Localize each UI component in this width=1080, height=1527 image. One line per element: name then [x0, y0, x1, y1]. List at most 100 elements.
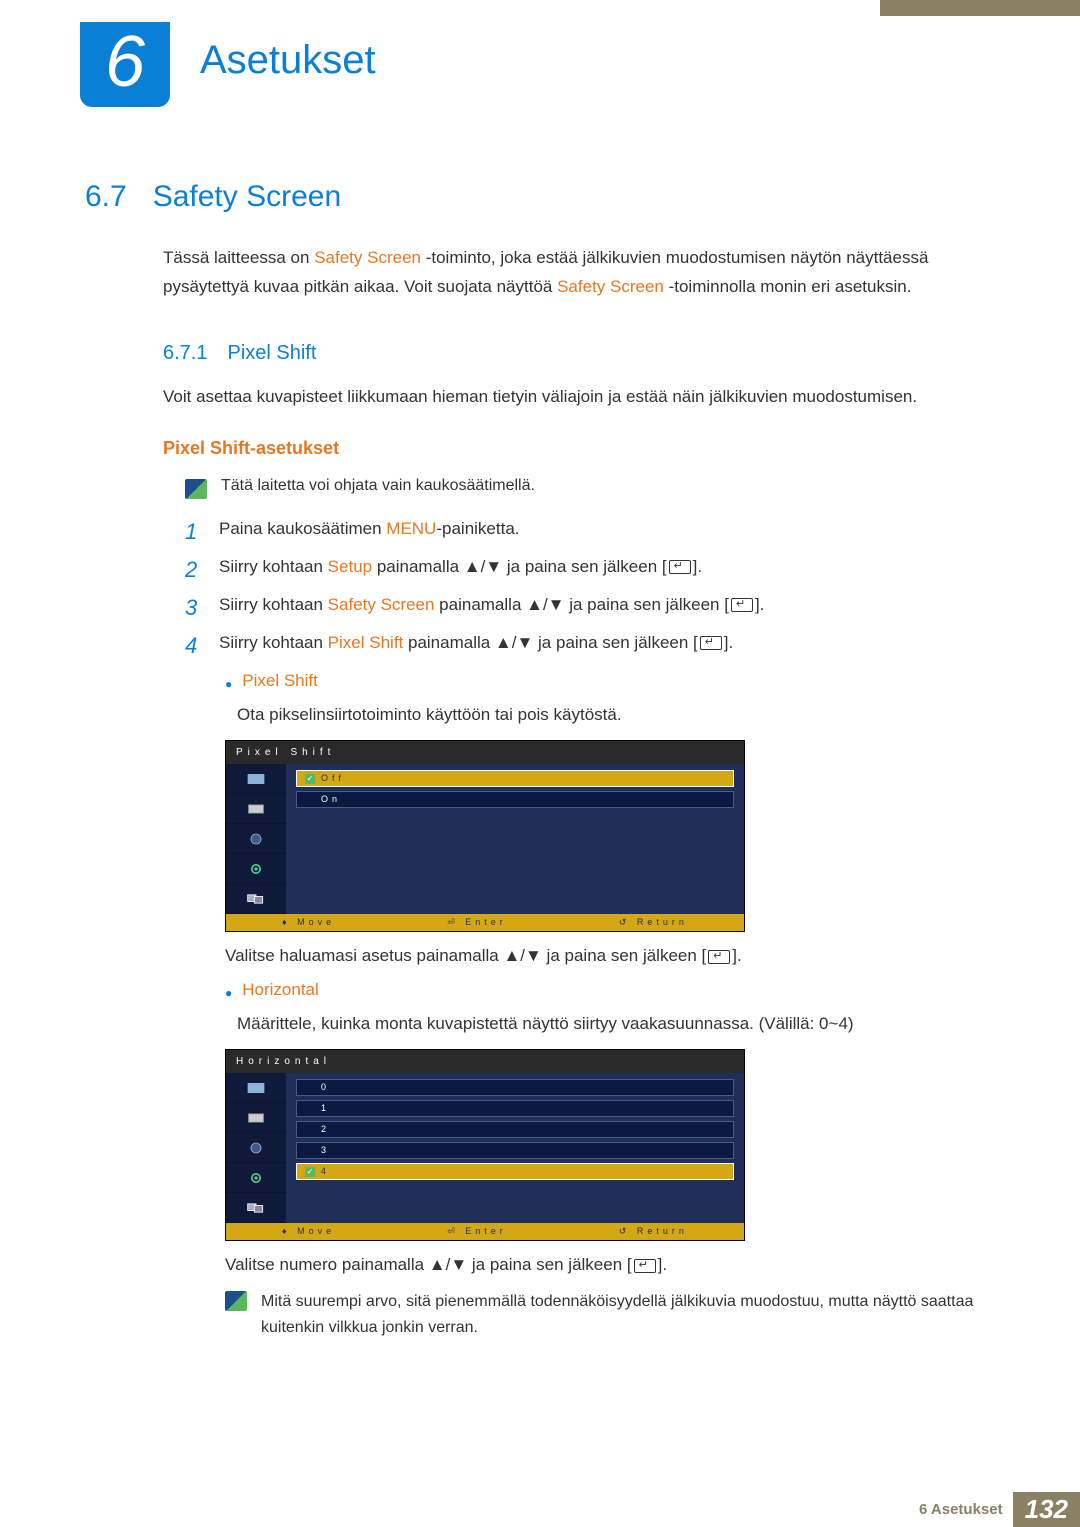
osd-sidebar: [226, 764, 286, 914]
enter-icon: [731, 598, 753, 612]
check-icon: ✓: [305, 1167, 315, 1177]
osd-pixel-shift: Pixel Shift ✓ Off ✓ On ♦ Move ⏎ Enter ↺ Re…: [225, 740, 745, 932]
osd-tab-setup-icon: [226, 1163, 286, 1193]
osd-enter-hint: ⏎ Enter: [447, 1226, 507, 1237]
step2-b: painamalla ▲/▼ ja paina sen jälkeen [: [372, 557, 667, 576]
step1-hl: MENU: [386, 519, 436, 538]
step3-b: painamalla ▲/▼ ja paina sen jälkeen [: [434, 595, 729, 614]
osd1-opt1-label: On: [321, 794, 341, 804]
subsection-desc: Voit asettaa kuvapisteet liikkumaan hiem…: [163, 383, 995, 410]
step-number: 2: [185, 557, 205, 583]
osd2-opt-1: ✓1: [296, 1100, 734, 1117]
osd-tab-input-icon: [226, 794, 286, 824]
bullet-horizontal: ● Horizontal: [225, 980, 995, 1000]
osd2-footer: ♦ Move ⏎ Enter ↺ Return: [226, 1223, 744, 1240]
osd1-title: Pixel Shift: [226, 741, 744, 764]
bullet-pixel-shift: ● Pixel Shift: [225, 671, 995, 691]
osd-horizontal: Horizontal ✓0 ✓1 ✓2 ✓3 ✓4 ♦ Mo: [225, 1049, 745, 1241]
osd-return-hint: ↺ Return: [619, 1226, 688, 1237]
bullet-hz-text: Määrittele, kuinka monta kuvapistettä nä…: [237, 1010, 995, 1037]
osd1-opt0-label: Off: [321, 773, 345, 783]
step3-hl: Safety Screen: [328, 595, 435, 614]
section-number: 6.7: [85, 180, 127, 214]
osd1-opt-off: ✓ Off: [296, 770, 734, 787]
settings-heading: Pixel Shift-asetukset: [163, 438, 995, 459]
step3-c: ].: [755, 595, 764, 614]
subsection-title: Pixel Shift: [227, 342, 316, 365]
osd-tab-sound-icon: [226, 824, 286, 854]
step-number: 4: [185, 633, 205, 659]
osd2-opt-2: ✓2: [296, 1121, 734, 1138]
section-title: Safety Screen: [153, 180, 341, 214]
step4-b: painamalla ▲/▼ ja paina sen jälkeen [: [403, 633, 698, 652]
bullet-dot-icon: ●: [225, 677, 232, 691]
enter-icon: [669, 560, 691, 574]
enter-icon: [634, 1259, 656, 1273]
page-content: 6.7 Safety Screen Tässä laitteessa on Sa…: [85, 180, 995, 1341]
subsection-heading: 6.7.1 Pixel Shift: [85, 342, 995, 365]
post-osd1-a: Valitse haluamasi asetus painamalla ▲/▼ …: [225, 946, 706, 965]
section-intro: Tässä laitteessa on Safety Screen -toimi…: [163, 244, 995, 302]
step1-a: Paina kaukosäätimen: [219, 519, 386, 538]
post-osd1-b: ].: [732, 946, 741, 965]
post-osd1-text: Valitse haluamasi asetus painamalla ▲/▼ …: [225, 946, 995, 966]
osd2-title: Horizontal: [226, 1050, 744, 1073]
bullet-ps-label: Pixel Shift: [242, 671, 318, 691]
osd-enter-hint: ⏎ Enter: [447, 917, 507, 928]
osd-tab-multi-icon: [226, 1193, 286, 1223]
step2-a: Siirry kohtaan: [219, 557, 328, 576]
osd2-opt1-label: 1: [321, 1103, 330, 1113]
note-icon: [225, 1291, 247, 1311]
osd2-opt2-label: 2: [321, 1124, 330, 1134]
step-number: 3: [185, 595, 205, 621]
osd1-options: ✓ Off ✓ On: [286, 764, 744, 914]
step4-c: ].: [724, 633, 733, 652]
page-footer: 6 Asetukset 132: [0, 1491, 1080, 1527]
check-icon: ✓: [305, 774, 315, 784]
osd-return-hint: ↺ Return: [619, 917, 688, 928]
step-4: 4 Siirry kohtaan Pixel Shift painamalla …: [185, 633, 995, 659]
step-3: 3 Siirry kohtaan Safety Screen painamall…: [185, 595, 995, 621]
osd2-opt-0: ✓0: [296, 1079, 734, 1096]
intro-term-1: Safety Screen: [314, 248, 421, 267]
osd-tab-setup-icon: [226, 854, 286, 884]
osd2-opt0-label: 0: [321, 1082, 330, 1092]
intro-text-a: Tässä laitteessa on: [163, 248, 314, 267]
step-1: 1 Paina kaukosäätimen MENU-painiketta.: [185, 519, 995, 545]
section-heading: 6.7 Safety Screen: [85, 180, 995, 214]
osd1-footer: ♦ Move ⏎ Enter ↺ Return: [226, 914, 744, 931]
osd2-opt-3: ✓3: [296, 1142, 734, 1159]
osd-tab-input-icon: [226, 1103, 286, 1133]
chapter-title: Asetukset: [200, 38, 376, 83]
osd-tab-sound-icon: [226, 1133, 286, 1163]
post-osd2-text: Valitse numero painamalla ▲/▼ ja paina s…: [225, 1255, 995, 1275]
footer-page-number: 132: [1013, 1492, 1080, 1527]
osd-tab-picture-icon: [226, 1073, 286, 1103]
osd2-options: ✓0 ✓1 ✓2 ✓3 ✓ 4: [286, 1073, 744, 1223]
bullet-hz-label: Horizontal: [242, 980, 319, 1000]
step-number: 1: [185, 519, 205, 545]
step1-b: -painiketta.: [436, 519, 519, 538]
note-remote-only: Tätä laitetta voi ohjata vain kaukosääti…: [185, 477, 995, 499]
subsection-number: 6.7.1: [163, 342, 207, 365]
intro-term-2: Safety Screen: [557, 277, 664, 296]
osd-move-hint: ♦ Move: [282, 1226, 335, 1237]
step2-hl: Setup: [328, 557, 372, 576]
chapter-number-badge: 6: [80, 22, 170, 107]
bullet-ps-text: Ota pikselinsiirtotoiminto käyttöön tai …: [237, 701, 995, 728]
osd2-opt3-label: 3: [321, 1145, 330, 1155]
bullet-dot-icon: ●: [225, 986, 232, 1000]
note-text: Tätä laitetta voi ohjata vain kaukosääti…: [221, 477, 535, 495]
note-icon: [185, 479, 207, 499]
manual-page: 6 Asetukset 6.7 Safety Screen Tässä lait…: [0, 0, 1080, 1527]
step4-hl: Pixel Shift: [328, 633, 404, 652]
enter-icon: [708, 950, 730, 964]
enter-icon: [700, 636, 722, 650]
note2-text: Mitä suurempi arvo, sitä pienemmällä tod…: [261, 1289, 995, 1340]
post-osd2-b: ].: [658, 1255, 667, 1274]
step-2: 2 Siirry kohtaan Setup painamalla ▲/▼ ja…: [185, 557, 995, 583]
osd2-opt4-label: 4: [321, 1166, 330, 1176]
footer-chapter-label: 6 Asetukset: [919, 1501, 1003, 1518]
step4-a: Siirry kohtaan: [219, 633, 328, 652]
note-flicker: Mitä suurempi arvo, sitä pienemmällä tod…: [225, 1289, 995, 1340]
